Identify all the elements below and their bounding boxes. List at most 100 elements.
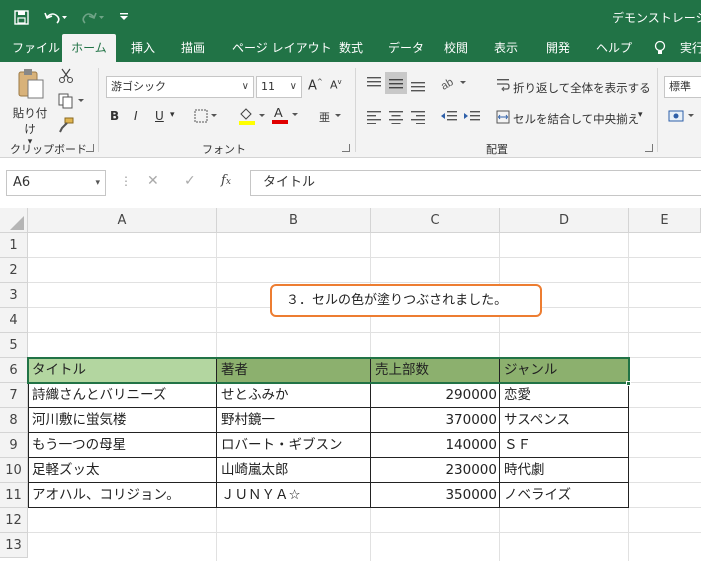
cell-a11[interactable]: アオハル、コリジョン。 — [28, 483, 217, 508]
cell-b11[interactable]: ＪＵＮＹＡ☆ — [217, 483, 371, 508]
italic-button[interactable]: I — [134, 109, 138, 123]
font-color-icon[interactable]: A — [271, 105, 299, 128]
orientation-icon[interactable]: ab — [439, 74, 468, 95]
cell-c10[interactable]: 230000 — [371, 458, 500, 483]
cell-a9[interactable]: もう一つの母星 — [28, 433, 217, 458]
bold-button[interactable]: B — [110, 109, 119, 123]
underline-button[interactable]: U — [155, 109, 164, 123]
row-header[interactable]: 2 — [0, 258, 28, 283]
paste-button[interactable]: 貼り付け ▾ — [8, 68, 52, 147]
cell-a8[interactable]: 河川敷に蛍気楼 — [28, 408, 217, 433]
copy-icon[interactable] — [58, 93, 86, 112]
decrease-font-size-icon[interactable]: Av — [330, 78, 342, 92]
cell-c11[interactable]: 350000 — [371, 483, 500, 508]
row-header[interactable]: 5 — [0, 333, 28, 358]
align-left-icon[interactable] — [366, 110, 382, 127]
cut-icon[interactable] — [58, 68, 74, 87]
cell-a7[interactable]: 詩織さんとバリニーズ — [28, 383, 217, 408]
accounting-format-icon[interactable] — [668, 108, 698, 127]
formula-input[interactable]: タイトル — [250, 170, 701, 196]
column-header-d[interactable]: D — [500, 208, 629, 233]
cell-b10[interactable]: 山崎嵐太郎 — [217, 458, 371, 483]
cell-b8[interactable]: 野村鏡一 — [217, 408, 371, 433]
tab-help[interactable]: ヘルプ — [596, 34, 632, 62]
font-dialog-launcher-icon[interactable] — [342, 144, 350, 152]
redo-icon[interactable] — [81, 10, 105, 25]
cell-d9[interactable]: ＳＦ — [500, 433, 629, 458]
merge-center-dropdown-icon[interactable]: ▾ — [638, 110, 643, 120]
column-header-e[interactable]: E — [629, 208, 701, 233]
font-name-combo[interactable]: 游ゴシック ∨ — [106, 76, 254, 98]
name-box-dropdown-icon[interactable]: ▾ — [95, 171, 100, 195]
cell-c7[interactable]: 290000 — [371, 383, 500, 408]
name-box[interactable]: A6 ▾ — [6, 170, 106, 196]
tab-data[interactable]: データ — [388, 34, 424, 62]
row-header[interactable]: 9 — [0, 433, 28, 458]
font-name-chevron-icon[interactable]: ∨ — [242, 77, 249, 97]
tab-view[interactable]: 表示 — [494, 34, 518, 62]
column-header-c[interactable]: C — [371, 208, 500, 233]
row-header[interactable]: 10 — [0, 458, 28, 483]
tab-home[interactable]: ホーム — [62, 34, 116, 62]
tab-insert[interactable]: 挿入 — [131, 34, 155, 62]
insert-function-icon[interactable]: fx — [221, 173, 231, 188]
row-header[interactable]: 8 — [0, 408, 28, 433]
cell-b9[interactable]: ロバート・ギブスン — [217, 433, 371, 458]
bottom-align-icon[interactable] — [410, 78, 426, 95]
font-size-chevron-icon[interactable]: ∨ — [290, 77, 297, 97]
cancel-icon[interactable]: ✕ — [147, 173, 159, 189]
cell-c8[interactable]: 370000 — [371, 408, 500, 433]
tab-draw[interactable]: 描画 — [181, 34, 205, 62]
row-header[interactable]: 1 — [0, 233, 28, 258]
format-painter-icon[interactable] — [58, 117, 74, 136]
cell-c9[interactable]: 140000 — [371, 433, 500, 458]
wrap-text-button[interactable]: 折り返して全体を表示する — [513, 80, 651, 96]
row-header[interactable]: 6 — [0, 358, 28, 383]
cell-d10[interactable]: 時代劇 — [500, 458, 629, 483]
phonetic-guide-icon[interactable]: 亜 — [318, 107, 342, 128]
fill-handle[interactable] — [626, 381, 631, 386]
cell-a10[interactable]: 足軽ズッ太 — [28, 458, 217, 483]
clipboard-dialog-launcher-icon[interactable] — [86, 144, 94, 152]
fill-color-icon[interactable] — [238, 107, 266, 128]
worksheet-grid[interactable]: A B C D E 1 2 3 4 5 6 7 8 9 10 11 12 13 … — [0, 208, 701, 561]
merge-center-button[interactable]: セルを結合して中央揃え — [513, 111, 639, 127]
row-header[interactable]: 11 — [0, 483, 28, 508]
tab-tell-me[interactable]: 実行 — [680, 34, 701, 62]
row-header[interactable]: 13 — [0, 533, 28, 558]
row-header[interactable]: 3 — [0, 283, 28, 308]
number-format-combo[interactable]: 標準 — [664, 76, 701, 98]
borders-icon[interactable] — [194, 109, 218, 126]
column-header-a[interactable]: A — [28, 208, 217, 233]
increase-font-size-icon[interactable]: A^ — [308, 78, 323, 93]
cell-d8[interactable]: サスペンス — [500, 408, 629, 433]
selection-outline — [27, 357, 630, 384]
column-header-b[interactable]: B — [217, 208, 371, 233]
tab-review[interactable]: 校閲 — [444, 34, 468, 62]
align-right-icon[interactable] — [410, 110, 426, 127]
row-header[interactable]: 12 — [0, 508, 28, 533]
increase-indent-icon[interactable] — [463, 110, 481, 127]
customize-qat-icon[interactable] — [119, 12, 129, 22]
cell-d11[interactable]: ノベライズ — [500, 483, 629, 508]
tab-page-layout[interactable]: ページ レイアウト — [232, 34, 332, 62]
tab-file[interactable]: ファイル — [12, 34, 60, 62]
enter-checkmark-icon[interactable]: ✓ — [184, 173, 196, 189]
alignment-dialog-launcher-icon[interactable] — [645, 144, 653, 152]
save-icon[interactable] — [14, 9, 29, 25]
align-center-icon[interactable] — [388, 110, 404, 127]
row-header[interactable]: 4 — [0, 308, 28, 333]
font-size-combo[interactable]: 11 ∨ — [256, 76, 302, 98]
lightbulb-icon[interactable] — [654, 34, 666, 62]
middle-align-icon[interactable] — [385, 72, 407, 94]
cell-b7[interactable]: せとふみか — [217, 383, 371, 408]
top-align-icon[interactable] — [366, 76, 382, 93]
cell-d7[interactable]: 恋愛 — [500, 383, 629, 408]
underline-dropdown-icon[interactable]: ▾ — [170, 110, 175, 120]
decrease-indent-icon[interactable] — [440, 110, 458, 127]
row-header[interactable]: 7 — [0, 383, 28, 408]
tab-developer[interactable]: 開発 — [546, 34, 570, 62]
tab-formulas[interactable]: 数式 — [339, 34, 363, 62]
undo-icon[interactable] — [43, 10, 67, 25]
select-all-corner[interactable] — [0, 208, 28, 233]
